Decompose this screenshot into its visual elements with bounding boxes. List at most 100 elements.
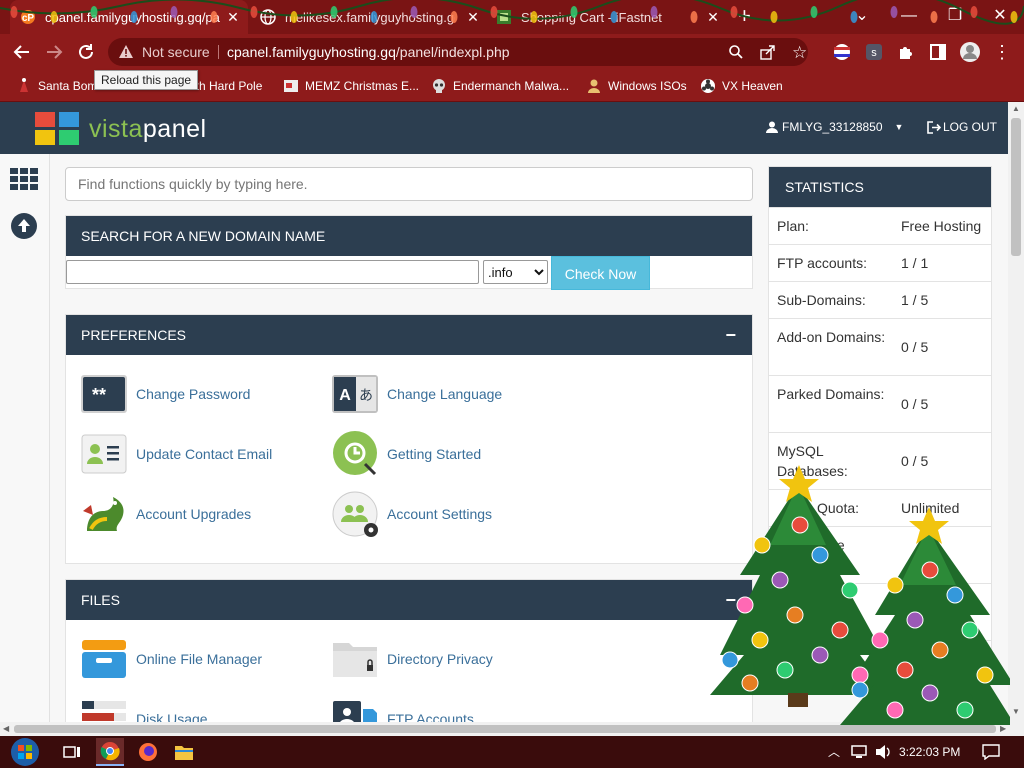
bookmark-item[interactable]: Santa Bom	[16, 76, 97, 96]
bookmark-label: Santa Bom	[38, 79, 98, 93]
restore-button[interactable]: ❐	[943, 5, 967, 27]
ftp-accounts-icon	[331, 697, 379, 722]
tab-close-icon[interactable]: ✕	[464, 8, 482, 26]
getting-started-link[interactable]: Getting Started	[331, 431, 481, 476]
scroll-up-icon[interactable]: ▲	[1012, 104, 1020, 113]
item-label: Change Language	[387, 386, 503, 402]
stat-key: Parked Domains:	[777, 386, 885, 402]
ornament-icon	[736, 596, 754, 614]
start-button[interactable]	[8, 736, 42, 768]
tab-shopping-cart[interactable]: Shopping Cart - iFastnet ✕	[490, 0, 728, 34]
tld-select[interactable]: .info	[483, 260, 548, 284]
volume-icon[interactable]	[874, 744, 892, 760]
minimize-button[interactable]: —	[897, 5, 921, 27]
tab-close-icon[interactable]: ✕	[704, 8, 722, 26]
notification-icon[interactable]	[982, 744, 1000, 760]
url-path: /panel/indexpl.php	[395, 44, 510, 60]
stat-row: Plan: Free Hosting	[769, 207, 991, 244]
ornament-icon	[741, 674, 759, 692]
zoom-search-icon[interactable]	[728, 44, 744, 60]
tab-close-icon[interactable]: ✕	[224, 8, 242, 26]
address-bar[interactable]: Not secure cpanel.familyguyhosting.gq/pa…	[108, 38, 808, 66]
network-icon[interactable]	[850, 744, 868, 760]
back-button[interactable]	[10, 40, 34, 64]
ornament-icon	[921, 684, 939, 702]
account-upgrades-link[interactable]: Account Upgrades	[80, 492, 251, 536]
apps-grid-icon[interactable]	[10, 168, 38, 190]
scroll-thumb[interactable]	[1011, 118, 1021, 256]
preferences-title: PREFERENCES	[81, 327, 187, 343]
item-label: Disk Usage	[136, 711, 208, 722]
scroll-left-icon[interactable]: ◀	[3, 724, 9, 733]
browser-menu-icon[interactable]: ⋮	[990, 40, 1014, 64]
chrome-taskbar-icon[interactable]	[96, 738, 124, 766]
ornament-icon	[841, 581, 859, 599]
stat-key: Plan:	[777, 218, 809, 234]
share-icon[interactable]	[760, 44, 776, 60]
bookmark-item[interactable]: MEMZ Christmas E...	[283, 76, 419, 96]
stat-row: Parked Domains: 0 / 5	[769, 375, 991, 432]
svg-text:cP: cP	[22, 13, 35, 24]
svg-text:あ: あ	[359, 388, 373, 404]
disk-usage-link[interactable]: Disk Usage	[80, 697, 208, 722]
vistapanel-logo[interactable]: vistapanel	[35, 112, 207, 146]
tray-chevron-icon[interactable]: ︿	[828, 743, 840, 760]
bookmark-item[interactable]: Windows ISOs	[586, 76, 687, 96]
preferences-header[interactable]: PREFERENCES −	[66, 315, 752, 355]
ornament-icon	[811, 646, 829, 664]
extension-s-icon[interactable]: s	[862, 40, 886, 64]
logo-text-vista: vista	[89, 114, 143, 143]
files-header[interactable]: FILES −	[66, 580, 752, 620]
folder-lock-icon	[331, 637, 379, 681]
ornament-icon	[921, 561, 939, 579]
firefox-taskbar-icon[interactable]	[134, 738, 162, 766]
online-file-manager-link[interactable]: Online File Manager	[80, 637, 262, 681]
tab-melikesex[interactable]: melikesex.familyguyhosting.gq/ ✕	[250, 0, 488, 34]
side-panel-icon[interactable]	[926, 40, 950, 64]
profile-avatar-icon[interactable]	[958, 40, 982, 64]
ftp-accounts-link[interactable]: FTP Accounts	[331, 697, 474, 722]
close-window-button[interactable]: ✕	[988, 5, 1012, 27]
upload-icon[interactable]	[10, 212, 38, 240]
tab-title: Shopping Cart - iFastnet	[521, 9, 662, 25]
file-explorer-taskbar-icon[interactable]	[170, 738, 198, 766]
scroll-down-icon[interactable]: ▼	[1012, 707, 1020, 716]
stat-row: Add-on Domains: 0 / 5	[769, 318, 991, 375]
logout-label: LOG OUT	[943, 120, 998, 134]
statistics-title: STATISTICS	[769, 167, 991, 207]
change-password-link[interactable]: ** Change Password	[80, 372, 250, 416]
function-search-input[interactable]	[65, 167, 753, 201]
change-language-link[interactable]: Aあ Change Language	[331, 372, 502, 416]
directory-privacy-link[interactable]: Directory Privacy	[331, 637, 493, 681]
tab-search-chevron-icon[interactable]: ⌄	[850, 5, 874, 27]
ornament-icon	[946, 586, 964, 604]
domain-name-input[interactable]	[66, 260, 479, 284]
extensions-puzzle-icon[interactable]	[894, 40, 918, 64]
check-now-button[interactable]: Check Now	[551, 256, 650, 290]
tab-cpanel[interactable]: cP cpanel.familyguyhosting.gq/panel ✕	[10, 0, 248, 34]
collapse-icon[interactable]: −	[725, 315, 736, 355]
logo-tiles-icon	[35, 112, 79, 145]
bookmark-item[interactable]: uth Hard Pole	[189, 76, 262, 96]
santa-icon	[16, 78, 32, 94]
ornament-icon	[956, 701, 974, 719]
account-settings-link[interactable]: Account Settings	[331, 491, 492, 537]
extension-flag-icon[interactable]	[830, 40, 854, 64]
task-view-icon[interactable]	[58, 738, 86, 766]
bookmark-item[interactable]: VX Heaven	[700, 76, 783, 96]
forward-button[interactable]	[42, 40, 66, 64]
system-clock[interactable]: 3:22:03 PM	[899, 745, 960, 759]
account-settings-icon	[331, 491, 379, 537]
files-title: FILES	[81, 592, 120, 608]
ornament-icon	[851, 681, 869, 699]
bookmark-item[interactable]: Endermanch Malwa...	[431, 76, 569, 96]
reload-button[interactable]	[74, 40, 98, 64]
user-menu[interactable]: FMLYG_33128850 ▼	[766, 120, 903, 134]
stat-value: 0 / 5	[901, 339, 929, 355]
new-tab-button[interactable]: +	[738, 4, 751, 28]
vertical-scrollbar[interactable]: ▲ ▼	[1008, 102, 1024, 722]
update-contact-email-link[interactable]: Update Contact Email	[80, 432, 272, 476]
url-domain: cpanel.familyguyhosting.gq	[227, 44, 396, 60]
logout-link[interactable]: LOG OUT	[927, 120, 997, 134]
bookmark-star-icon[interactable]: ☆	[792, 43, 807, 63]
